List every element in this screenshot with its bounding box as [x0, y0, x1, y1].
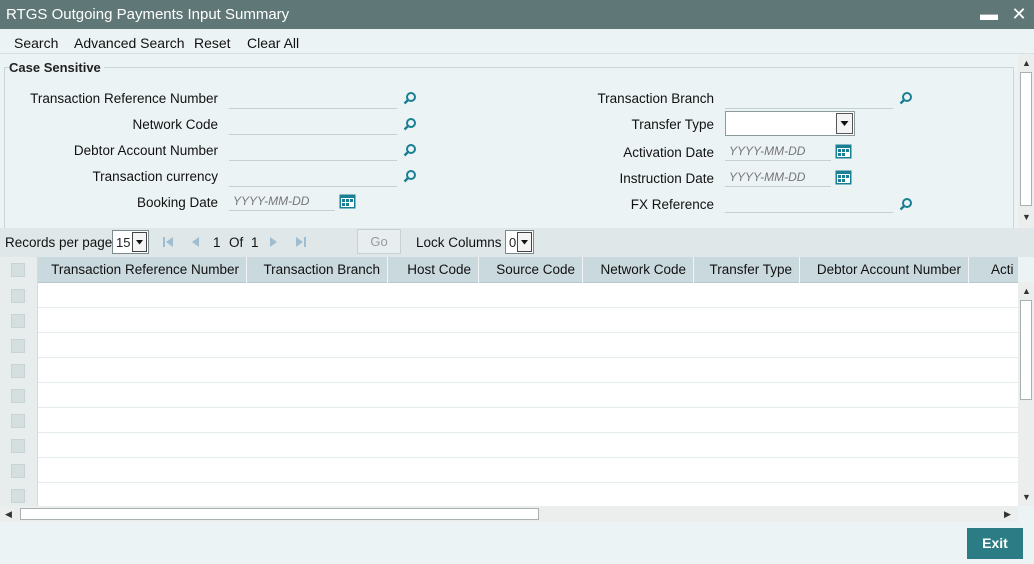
column-header[interactable]: Debtor Account Number	[800, 257, 969, 283]
lock-columns-label: Lock Columns	[416, 235, 502, 250]
table-row[interactable]	[38, 333, 1018, 358]
transaction-currency-input[interactable]	[229, 167, 397, 187]
table-row[interactable]	[38, 408, 1018, 433]
first-page-icon[interactable]	[162, 236, 174, 248]
debtor-account-number-input[interactable]	[229, 141, 397, 161]
transaction-branch-input[interactable]	[725, 89, 893, 109]
search-icon[interactable]	[403, 143, 417, 157]
grid-header: Transaction Reference Number Transaction…	[38, 257, 1018, 283]
row-checkbox[interactable]	[11, 339, 25, 353]
activation-date-input[interactable]	[725, 141, 831, 161]
next-page-icon[interactable]	[268, 236, 280, 248]
search-icon[interactable]	[899, 197, 913, 211]
grid-horizontal-scrollbar[interactable]: ◀ ▶	[0, 506, 1018, 522]
calendar-icon[interactable]	[835, 144, 852, 159]
records-per-page-label: Records per page	[5, 235, 113, 250]
table-row[interactable]	[38, 458, 1018, 483]
criteria-vertical-scrollbar[interactable]: ▲ ▼	[1018, 54, 1034, 228]
scroll-down-icon[interactable]: ▼	[1022, 212, 1031, 222]
records-per-page-select[interactable]: 15	[112, 230, 149, 254]
column-header[interactable]: Host Code	[388, 257, 479, 283]
chevron-down-icon[interactable]	[132, 232, 147, 252]
network-code-input[interactable]	[229, 115, 397, 135]
transaction-reference-number-input[interactable]	[229, 89, 397, 109]
pagination-bar: Records per page 15 1 Of 1 Lock Columns …	[0, 228, 1034, 257]
search-button[interactable]: Search	[14, 35, 58, 51]
row-select-column	[0, 257, 38, 506]
calendar-icon[interactable]	[835, 170, 852, 185]
transfer-type-label: Transfer Type	[631, 117, 714, 132]
row-checkbox[interactable]	[11, 414, 25, 428]
search-icon[interactable]	[403, 117, 417, 131]
column-header[interactable]: Source Code	[479, 257, 583, 283]
search-icon[interactable]	[403, 169, 417, 183]
close-icon[interactable]: ✕	[1009, 3, 1029, 25]
instruction-date-label: Instruction Date	[619, 171, 714, 186]
debtor-account-number-label: Debtor Account Number	[73, 143, 218, 158]
fx-reference-input[interactable]	[725, 193, 893, 213]
fx-reference-label: FX Reference	[630, 197, 714, 212]
row-checkbox[interactable]	[11, 439, 25, 453]
reset-button[interactable]: Reset	[194, 35, 231, 51]
scroll-right-icon[interactable]: ▶	[1004, 509, 1011, 519]
total-pages: 1	[251, 235, 259, 250]
of-label: Of	[229, 235, 244, 250]
select-all-checkbox[interactable]	[11, 263, 25, 277]
scroll-down-icon[interactable]: ▼	[1022, 492, 1031, 502]
column-header[interactable]: Network Code	[583, 257, 694, 283]
search-icon[interactable]	[403, 91, 417, 105]
transaction-reference-number-label: Transaction Reference Number	[30, 91, 218, 106]
exit-button[interactable]: Exit	[967, 528, 1023, 559]
table-row[interactable]	[38, 283, 1018, 308]
chevron-down-icon[interactable]	[517, 232, 532, 252]
search-criteria-panel: Case Sensitive Transaction Reference Num…	[0, 54, 1034, 228]
toolbar: Search Advanced Search Reset Clear All	[0, 29, 1034, 54]
column-header[interactable]: Transaction Branch	[247, 257, 388, 283]
grid-vertical-scrollbar[interactable]: ▲ ▼	[1018, 282, 1034, 506]
scroll-thumb[interactable]	[20, 508, 539, 520]
table-row[interactable]	[38, 383, 1018, 408]
activation-date-label: Activation Date	[623, 145, 714, 160]
title-bar: RTGS Outgoing Payments Input Summary ▬ ✕	[0, 0, 1034, 29]
current-page: 1	[213, 235, 221, 250]
instruction-date-input[interactable]	[725, 167, 831, 187]
booking-date-label: Booking Date	[136, 195, 218, 210]
last-page-icon[interactable]	[295, 236, 307, 248]
table-row[interactable]	[38, 483, 1018, 506]
booking-date-input[interactable]	[229, 191, 335, 211]
scroll-up-icon[interactable]: ▲	[1022, 286, 1031, 296]
case-sensitive-legend: Case Sensitive	[9, 60, 104, 75]
minimize-icon[interactable]: ▬	[979, 3, 999, 25]
column-header[interactable]: Acti	[969, 257, 1018, 283]
window-title: RTGS Outgoing Payments Input Summary	[6, 6, 290, 23]
network-code-label: Network Code	[132, 117, 218, 132]
table-row[interactable]	[38, 358, 1018, 383]
calendar-icon[interactable]	[339, 194, 356, 209]
transaction-currency-label: Transaction currency	[92, 169, 218, 184]
go-button[interactable]: Go	[357, 229, 401, 254]
scroll-left-icon[interactable]: ◀	[5, 509, 12, 519]
table-row[interactable]	[38, 433, 1018, 458]
row-checkbox[interactable]	[11, 489, 25, 503]
scroll-thumb[interactable]	[1020, 300, 1032, 400]
chevron-down-icon[interactable]	[836, 113, 853, 134]
row-checkbox[interactable]	[11, 364, 25, 378]
scroll-thumb[interactable]	[1020, 72, 1032, 206]
column-header[interactable]: Transaction Reference Number	[38, 257, 247, 283]
row-checkbox[interactable]	[11, 464, 25, 478]
search-icon[interactable]	[899, 91, 913, 105]
transfer-type-select[interactable]	[725, 111, 855, 136]
results-grid: Transaction Reference Number Transaction…	[0, 257, 1018, 506]
lock-columns-select[interactable]: 0	[505, 230, 534, 254]
previous-page-icon[interactable]	[189, 236, 201, 248]
transaction-branch-label: Transaction Branch	[597, 91, 714, 106]
clear-all-button[interactable]: Clear All	[247, 35, 299, 51]
column-header[interactable]: Transfer Type	[694, 257, 800, 283]
row-checkbox[interactable]	[11, 389, 25, 403]
table-row[interactable]	[38, 308, 1018, 333]
row-checkbox[interactable]	[11, 314, 25, 328]
advanced-search-button[interactable]: Advanced Search	[74, 35, 185, 51]
scroll-up-icon[interactable]: ▲	[1022, 58, 1031, 68]
row-checkbox[interactable]	[11, 289, 25, 303]
